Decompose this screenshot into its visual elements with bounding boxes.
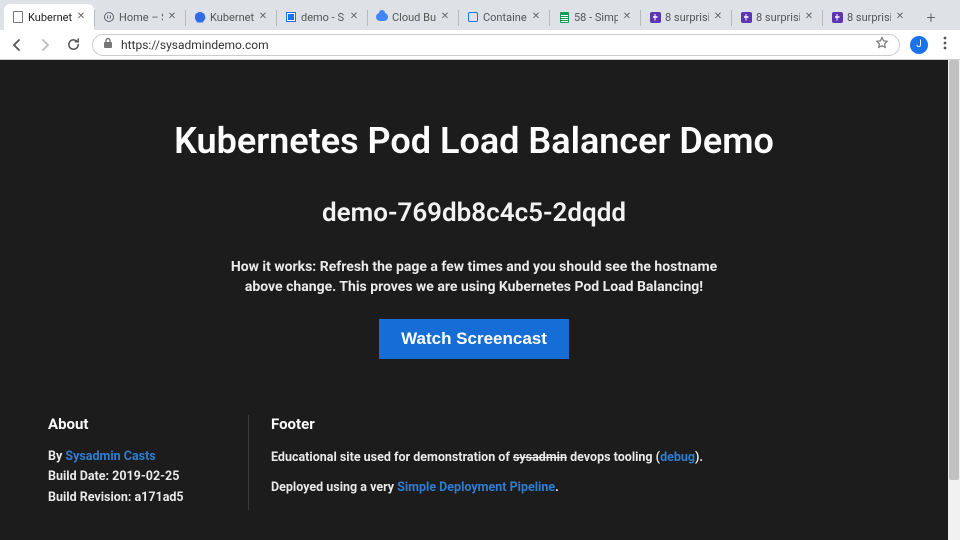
hostname-display: demo-769db8c4c5-2dqdd <box>100 198 848 228</box>
scrollbar-thumb[interactable] <box>949 60 959 480</box>
back-button[interactable] <box>8 36 26 54</box>
tab-title: 8 surprisi <box>756 11 800 24</box>
address-bar[interactable]: https://sysadmindemo.com <box>92 34 900 56</box>
container-icon <box>467 11 479 23</box>
close-icon[interactable]: ✕ <box>531 12 541 22</box>
browser-tab-3[interactable]: demo - S ✕ <box>277 4 367 30</box>
reload-icon <box>66 37 81 52</box>
arrow-left-icon <box>9 37 25 53</box>
browser-toolbar: https://sysadmindemo.com J <box>0 30 960 60</box>
tab-title: Home – S <box>119 11 163 24</box>
bookmark-star-icon[interactable] <box>875 36 889 53</box>
about-column: About By Sysadmin Casts Build Date: 2019… <box>48 415 218 510</box>
app-icon <box>649 11 661 23</box>
new-tab-button[interactable]: + <box>919 5 943 29</box>
close-icon[interactable]: ✕ <box>258 12 268 22</box>
sysadmin-casts-link[interactable]: Sysadmin Casts <box>65 449 155 464</box>
footer-column: Footer Educational site used for demonst… <box>248 415 900 510</box>
browser-tab-1[interactable]: Home – S ✕ <box>95 4 185 30</box>
close-icon[interactable]: ✕ <box>349 12 359 22</box>
browser-tab-strip: Kubernete ✕ Home – S ✕ Kubernete ✕ demo … <box>0 0 960 30</box>
footer-heading: Footer <box>271 415 900 433</box>
avatar-initial: J <box>916 39 922 50</box>
kubernetes-icon <box>194 11 206 23</box>
page-icon <box>12 11 24 23</box>
page-viewport: Kubernetes Pod Load Balancer Demo demo-7… <box>0 60 960 540</box>
cube-icon <box>285 11 297 23</box>
footer-section: About By Sysadmin Casts Build Date: 2019… <box>0 399 948 534</box>
tab-title: Cloud Bu <box>392 11 436 24</box>
strike-sysadmin: sysadmin <box>513 450 567 465</box>
debug-link[interactable]: debug <box>660 450 695 465</box>
tab-title: Kubernete <box>28 11 72 24</box>
tab-title: demo - S <box>301 11 345 24</box>
browser-tab-9[interactable]: 8 surprisi ✕ <box>823 4 913 30</box>
about-by-line: By Sysadmin Casts <box>48 449 218 465</box>
vertical-scrollbar[interactable] <box>948 60 960 540</box>
how-prefix: How it works: <box>231 259 320 275</box>
close-icon[interactable]: ✕ <box>804 12 814 22</box>
reload-button[interactable] <box>64 36 82 54</box>
close-icon[interactable]: ✕ <box>713 12 723 22</box>
profile-avatar[interactable]: J <box>910 36 928 54</box>
kebab-icon <box>943 36 947 50</box>
browser-tab-0[interactable]: Kubernete ✕ <box>4 4 94 30</box>
browser-tab-4[interactable]: Cloud Bu ✕ <box>368 4 458 30</box>
footer-line-2: Deployed using a very Simple Deployment … <box>271 479 900 497</box>
build-revision-line: Build Revision: a171ad5 <box>48 490 218 506</box>
build-date-value: 2019-02-25 <box>112 469 179 484</box>
lock-icon <box>103 37 113 52</box>
close-icon[interactable]: ✕ <box>167 12 177 22</box>
hero-section: Kubernetes Pod Load Balancer Demo demo-7… <box>0 60 948 399</box>
close-icon[interactable]: ✕ <box>440 12 450 22</box>
deployment-pipeline-link[interactable]: Simple Deployment Pipeline <box>397 480 555 495</box>
tab-title: 58 - Simp <box>574 11 618 24</box>
tab-title: Containe <box>483 11 527 24</box>
tab-title: 8 surprisi <box>847 11 891 24</box>
cloud-icon <box>376 11 388 23</box>
app-icon <box>831 11 843 23</box>
how-it-works-text: How it works: Refresh the page a few tim… <box>214 258 734 297</box>
browser-tab-8[interactable]: 8 surprisi ✕ <box>732 4 822 30</box>
build-date-line: Build Date: 2019-02-25 <box>48 469 218 485</box>
browser-menu-button[interactable] <box>938 35 952 54</box>
about-heading: About <box>48 415 218 433</box>
close-icon[interactable]: ✕ <box>895 12 905 22</box>
close-icon[interactable]: ✕ <box>76 12 86 22</box>
browser-tab-6[interactable]: 58 - Simp ✕ <box>550 4 640 30</box>
tab-title: Kubernete <box>210 11 254 24</box>
forward-button[interactable] <box>36 36 54 54</box>
tab-title: 8 surprisi <box>665 11 709 24</box>
browser-tab-5[interactable]: Containe ✕ <box>459 4 549 30</box>
globe-icon <box>103 11 115 23</box>
close-icon[interactable]: ✕ <box>622 12 632 22</box>
page-title: Kubernetes Pod Load Balancer Demo <box>100 120 848 162</box>
browser-tab-2[interactable]: Kubernete ✕ <box>186 4 276 30</box>
url-text: https://sysadmindemo.com <box>121 38 867 52</box>
build-revision-value: a171ad5 <box>134 490 183 505</box>
arrow-right-icon <box>37 37 53 53</box>
sheets-icon <box>558 11 570 23</box>
footer-line-1: Educational site used for demonstration … <box>271 449 900 467</box>
watch-screencast-button[interactable]: Watch Screencast <box>379 319 569 359</box>
app-icon <box>740 11 752 23</box>
browser-tab-7[interactable]: 8 surprisi ✕ <box>641 4 731 30</box>
